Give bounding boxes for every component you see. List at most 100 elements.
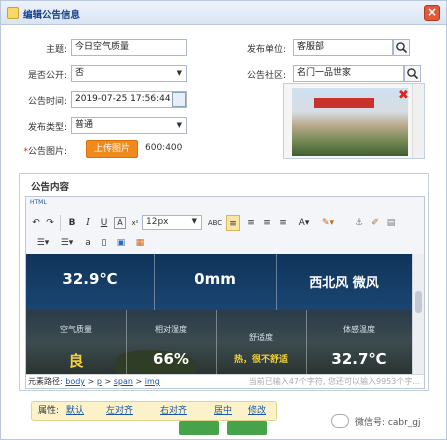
remove-image-icon[interactable]: ✖ [398, 89, 410, 102]
image-attribute-bar: 属性: 默认 左对齐 右对齐 居中 修改 [31, 401, 277, 421]
insert-media-icon[interactable]: ▦ [132, 235, 148, 251]
font-size-value: 12px [146, 217, 169, 227]
upload-image-button[interactable]: 上传图片 [86, 140, 138, 158]
wechat-icon [331, 414, 349, 428]
insert-text-icon[interactable]: a [82, 235, 94, 251]
align-right-icon[interactable]: ≡ [260, 215, 274, 231]
path-separator: > [132, 377, 145, 386]
community-search-button[interactable] [404, 65, 421, 82]
publisher-search-button[interactable] [393, 39, 410, 56]
publisher-label: 发布单位: [246, 45, 286, 55]
chevron-down-icon: ▼ [191, 217, 197, 225]
element-path-label: 元素路径: [28, 377, 63, 386]
undo-icon[interactable]: ↶ [30, 215, 42, 231]
air-quality-label: 空气质量 [60, 325, 92, 334]
insert-page-icon[interactable]: ▯ [98, 235, 110, 251]
strikethrough-icon[interactable]: x² [130, 215, 140, 231]
humidity-label: 相对湿度 [155, 325, 187, 334]
search-icon [396, 42, 408, 54]
calendar-icon[interactable] [172, 92, 186, 107]
temperature-value: 32.9℃ [62, 270, 118, 288]
time-input[interactable]: 2019-07-25 17:56:44 [71, 91, 187, 108]
image-label-text: 公告图片: [27, 147, 67, 157]
scrollbar-thumb[interactable] [415, 291, 422, 313]
rainfall-value: 0mm [194, 270, 236, 288]
bold-button[interactable]: B [66, 215, 78, 231]
feels-like-label: 体感温度 [343, 325, 375, 334]
community-label: 公告社区: [246, 71, 286, 81]
path-item-img[interactable]: img [145, 377, 160, 386]
toolbar-row-3: ☰▾ ☰▾ a ▯ ▣ ▦ [26, 234, 424, 252]
subject-label: 主题: [45, 45, 67, 55]
format-painter-icon[interactable]: ✐ [368, 215, 382, 231]
search-icon [407, 68, 419, 80]
humidity-value: 66% [153, 350, 189, 368]
edit-announcement-dialog: 编辑公告信息 × 主题: 今日空气质量 发布单位: 客服部 是否公开: 否 ▼ … [0, 0, 447, 440]
path-separator: > [101, 377, 114, 386]
title-bar[interactable]: 编辑公告信息 × [1, 1, 446, 25]
is-public-value: 否 [75, 68, 85, 78]
comfort-value: 热，很不舒适 [233, 355, 288, 365]
time-label: 公告时间: [27, 97, 67, 107]
link-icon[interactable]: ⚓ [352, 215, 366, 231]
is-public-label: 是否公开: [27, 71, 67, 81]
feels-like-value: 32.7℃ [331, 350, 387, 368]
attr-default-link[interactable]: 默认 [66, 402, 84, 420]
chevron-down-icon: ▼ [176, 121, 182, 129]
attribute-label: 属性: [38, 406, 60, 416]
unordered-list-icon[interactable]: ☰▾ [58, 235, 76, 251]
close-button[interactable]: × [424, 5, 440, 21]
subject-input[interactable]: 今日空气质量 [71, 39, 187, 56]
toolbar-divider [60, 215, 61, 231]
window-icon [7, 7, 19, 19]
dialog-title: 编辑公告信息 [23, 10, 81, 21]
toolbar-row-2: ↶ ↷ B I U A x² 12px ▼ ABC ≡ ≡ ≡ ≡ A▾ ✎▾ … [26, 213, 424, 233]
print-icon[interactable]: ▤ [384, 215, 398, 231]
char-count: 当前已输入47个字符, 您还可以输入9953个字... [248, 377, 420, 386]
image-preview: ✖ [283, 83, 425, 159]
editor-content[interactable]: 32.9℃ 0mm 西北风 微风 空气质量 良 相对湿度 66% 舒适度 热，很… [26, 254, 412, 374]
font-border-button[interactable]: A [114, 217, 126, 229]
font-color-icon[interactable]: A▾ [294, 215, 314, 231]
align-center-icon[interactable]: ≡ [244, 215, 258, 231]
font-size-select[interactable]: 12px ▼ [142, 215, 202, 230]
insert-image-icon[interactable]: ▣ [114, 235, 128, 251]
attr-modify-link[interactable]: 修改 [248, 402, 266, 420]
community-input[interactable]: 名门一品世家 [293, 65, 404, 82]
type-label: 发布类型: [27, 123, 67, 133]
ordered-list-icon[interactable]: ☰▾ [34, 235, 52, 251]
preview-sign [314, 98, 374, 108]
save-button[interactable] [179, 421, 219, 435]
chevron-down-icon: ▼ [176, 69, 182, 77]
comfort-label: 舒适度 [249, 333, 273, 342]
watermark-text: 微信号: cabr_gj [355, 418, 421, 428]
html-source-icon[interactable]: HTML [30, 197, 47, 209]
content-section-title: 公告内容 [31, 179, 70, 193]
attr-center-link[interactable]: 居中 [214, 402, 232, 420]
element-path-bar: 元素路径: body > p > span > img 当前已输入47个字符, … [26, 374, 424, 388]
wind-value: 西北风 微风 [309, 276, 379, 291]
editor-scrollbar[interactable] [412, 254, 424, 374]
path-separator: > [85, 377, 97, 386]
italic-button[interactable]: I [82, 215, 94, 231]
path-item-body[interactable]: body [65, 377, 85, 386]
type-value: 普通 [75, 120, 94, 130]
clear-format-button[interactable]: ABC [206, 215, 224, 231]
preview-scrollbar[interactable] [412, 84, 424, 158]
redo-icon[interactable]: ↷ [44, 215, 56, 231]
highlight-color-icon[interactable]: ✎▾ [318, 215, 338, 231]
image-label: *公告图片: [7, 144, 67, 157]
publisher-input[interactable]: 客服部 [293, 39, 393, 56]
attr-align-right-link[interactable]: 右对齐 [160, 402, 187, 420]
rich-text-editor: HTML ↶ ↷ B I U A x² 12px ▼ ABC ≡ ≡ ≡ ≡ A… [25, 196, 425, 389]
type-select[interactable]: 普通 ▼ [71, 117, 187, 134]
attr-align-left-link[interactable]: 左对齐 [106, 402, 133, 420]
path-item-span[interactable]: span [114, 377, 133, 386]
align-left-icon[interactable]: ≡ [226, 215, 240, 231]
air-quality-value: 良 [68, 352, 84, 370]
is-public-select[interactable]: 否 ▼ [71, 65, 187, 82]
align-justify-icon[interactable]: ≡ [276, 215, 290, 231]
cancel-button[interactable] [227, 421, 267, 435]
underline-button[interactable]: U [98, 215, 110, 231]
toolbar-row-1: HTML [26, 197, 424, 211]
